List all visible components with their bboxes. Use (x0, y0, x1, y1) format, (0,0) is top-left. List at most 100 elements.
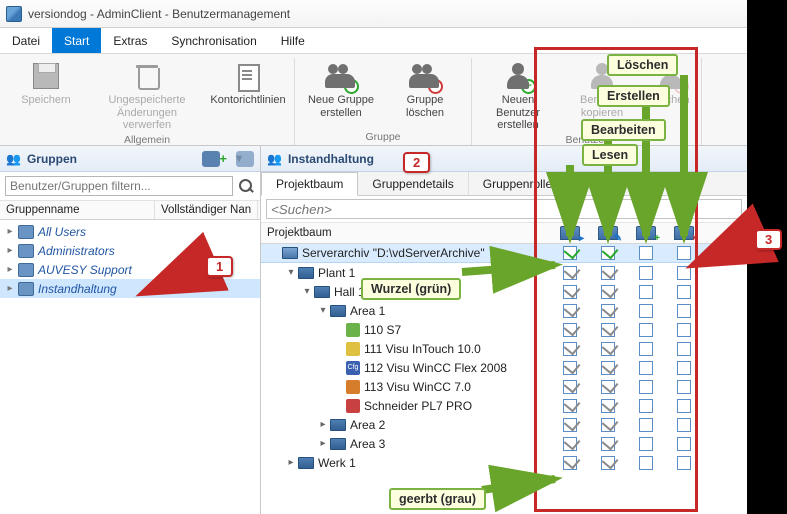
perm-checkbox[interactable] (639, 246, 653, 260)
perm-checkbox[interactable] (639, 361, 653, 375)
perm-checkbox[interactable] (677, 437, 691, 451)
perm-checkbox[interactable] (601, 456, 615, 470)
perm-col-read-icon[interactable]: ▸ (560, 226, 580, 240)
ribbon-save[interactable]: Speichern (8, 58, 84, 132)
col-projektbaum[interactable]: Projektbaum (261, 223, 551, 243)
tree-row[interactable]: 110 S7 (261, 320, 747, 339)
perm-checkbox[interactable] (677, 266, 691, 280)
tree-row[interactable]: 113 Visu WinCC 7.0 (261, 377, 747, 396)
expander-icon[interactable]: ▾ (317, 305, 329, 316)
perm-checkbox[interactable] (563, 285, 577, 299)
perm-checkbox[interactable] (677, 323, 691, 337)
perm-checkbox[interactable] (677, 285, 691, 299)
tab-projektbaum[interactable]: Projektbaum (261, 172, 358, 196)
tree-row[interactable]: Serverarchiv "D:\vdServerArchive" (261, 244, 747, 263)
ribbon-delete-user[interactable]: × löschen (648, 58, 693, 132)
group-item-all-users[interactable]: ▸All Users (0, 222, 260, 241)
perm-checkbox[interactable] (601, 361, 615, 375)
perm-col-edit-icon[interactable]: ✎ (598, 226, 618, 240)
tree-row[interactable]: ▸Werk 1 (261, 453, 747, 472)
menu-extras[interactable]: Extras (101, 28, 159, 53)
tab-gruppendetails[interactable]: Gruppendetails (358, 172, 468, 195)
perm-checkbox[interactable] (563, 246, 577, 260)
ribbon-new-user[interactable]: + Neuen Benutzererstellen (480, 58, 556, 132)
perm-checkbox[interactable] (601, 418, 615, 432)
perm-checkbox[interactable] (677, 304, 691, 318)
perm-col-delete-icon[interactable]: × (674, 226, 694, 240)
perm-checkbox[interactable] (601, 323, 615, 337)
perm-checkbox[interactable] (639, 380, 653, 394)
perm-checkbox[interactable] (601, 266, 615, 280)
perm-checkbox[interactable] (677, 380, 691, 394)
perm-checkbox[interactable] (601, 304, 615, 318)
perm-checkbox[interactable] (639, 437, 653, 451)
col-groupname[interactable]: Gruppenname (0, 201, 155, 219)
perm-checkbox[interactable] (563, 437, 577, 451)
tree-row[interactable]: 111 Visu InTouch 10.0 (261, 339, 747, 358)
perm-checkbox[interactable] (563, 456, 577, 470)
perm-checkbox[interactable] (677, 361, 691, 375)
group-filter-input[interactable] (5, 176, 233, 196)
perm-checkbox[interactable] (639, 323, 653, 337)
expander-icon[interactable]: ▾ (285, 267, 297, 278)
ribbon-new-group[interactable]: + Neue Gruppeerstellen (303, 58, 379, 129)
tree-row[interactable]: ▸Area 2 (261, 415, 747, 434)
perm-checkbox[interactable] (601, 380, 615, 394)
expander-icon[interactable]: ▸ (285, 457, 297, 468)
project-tree[interactable]: Serverarchiv "D:\vdServerArchive"▾Plant … (261, 244, 747, 514)
perm-checkbox[interactable] (601, 437, 615, 451)
perm-checkbox[interactable] (563, 342, 577, 356)
group-item-auvesy-support[interactable]: ▸AUVESY Support (0, 260, 260, 279)
perm-checkbox[interactable] (639, 456, 653, 470)
tree-search-input[interactable] (266, 199, 742, 219)
perm-checkbox[interactable] (601, 246, 615, 260)
perm-checkbox[interactable] (563, 304, 577, 318)
tree-row[interactable]: ▾Area 1 (261, 301, 747, 320)
perm-checkbox[interactable] (563, 266, 577, 280)
menu-start[interactable]: Start (52, 28, 101, 53)
perm-checkbox[interactable] (563, 380, 577, 394)
menu-hilfe[interactable]: Hilfe (269, 28, 317, 53)
tree-row[interactable]: ▾Hall 1 (261, 282, 747, 301)
add-group-icon[interactable] (202, 151, 220, 167)
perm-checkbox[interactable] (677, 399, 691, 413)
perm-checkbox[interactable] (601, 285, 615, 299)
perm-checkbox[interactable] (639, 304, 653, 318)
tree-row[interactable]: Schneider PL7 PRO (261, 396, 747, 415)
perm-checkbox[interactable] (677, 342, 691, 356)
tree-row[interactable]: ▾Plant 1 (261, 263, 747, 282)
perm-checkbox[interactable] (639, 266, 653, 280)
ribbon-discard[interactable]: UngespeicherteÄnderungen verwerfen (92, 58, 202, 132)
perm-checkbox[interactable] (639, 399, 653, 413)
pane-menu-icon[interactable]: ▾ (236, 151, 254, 167)
perm-checkbox[interactable] (639, 418, 653, 432)
tab-gruppenrollen[interactable]: Gruppenrollen (469, 172, 574, 195)
expander-icon[interactable]: ▸ (317, 419, 329, 430)
menu-datei[interactable]: Datei (0, 28, 52, 53)
perm-checkbox[interactable] (601, 342, 615, 356)
search-icon[interactable] (237, 177, 255, 195)
expander-icon[interactable]: ▾ (301, 286, 313, 297)
col-fullname[interactable]: Vollständiger Nan (155, 201, 258, 219)
perm-checkbox[interactable] (563, 418, 577, 432)
perm-checkbox[interactable] (563, 323, 577, 337)
ribbon-delete-group[interactable]: × Gruppelöschen (387, 58, 463, 129)
tree-row[interactable]: Cfg112 Visu WinCC Flex 2008 (261, 358, 747, 377)
group-tree[interactable]: ▸All Users▸Administrators▸AUVESY Support… (0, 220, 260, 514)
ribbon-kontorichtlinien[interactable]: Kontorichtlinien (210, 58, 286, 132)
perm-checkbox[interactable] (601, 399, 615, 413)
perm-checkbox[interactable] (677, 456, 691, 470)
menu-synchronisation[interactable]: Synchronisation (159, 28, 268, 53)
perm-checkbox[interactable] (563, 361, 577, 375)
group-item-administrators[interactable]: ▸Administrators (0, 241, 260, 260)
perm-checkbox[interactable] (639, 342, 653, 356)
perm-col-create-icon[interactable]: + (636, 226, 656, 240)
perm-checkbox[interactable] (639, 285, 653, 299)
perm-checkbox[interactable] (677, 246, 691, 260)
perm-checkbox[interactable] (563, 399, 577, 413)
expander-icon[interactable]: ▸ (317, 438, 329, 449)
perm-checkbox[interactable] (677, 418, 691, 432)
tree-row[interactable]: ▸Area 3 (261, 434, 747, 453)
ribbon-copy-user[interactable]: Benutzerkopieren (564, 58, 640, 132)
group-item-instandhaltung[interactable]: ▸Instandhaltung (0, 279, 260, 298)
